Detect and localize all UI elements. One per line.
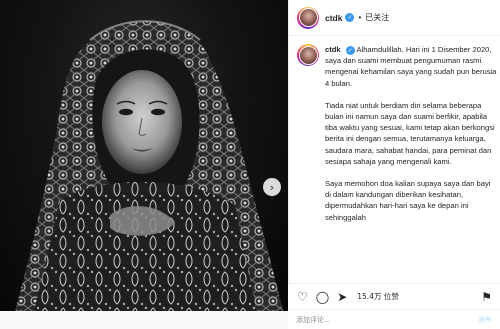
caption-username[interactable]: ctdk [325, 45, 341, 54]
caption-paragraph-1: ctdk ✓ Alhamdulillah. Hari ini 1 Disembe… [325, 45, 497, 88]
instagram-post-window: › ctdk ✓ • 已关注 ctdk ✓ Alhamdulillah. Har… [0, 0, 500, 329]
following-button[interactable]: 已关注 [365, 12, 389, 23]
post-header: ctdk ✓ • 已关注 [289, 0, 500, 36]
bookmark-icon[interactable]: ⚑ [481, 290, 492, 304]
caption-paragraph-3: Saya memohon doa kalian supaya saya dan … [325, 179, 491, 222]
username[interactable]: ctdk [325, 13, 342, 23]
caption-paragraph-2: Tiada niat untuk berdiam diri selama beb… [325, 100, 495, 166]
action-bar: ♡ ◯ ➤ 15.4万 位赞 ⚑ [288, 283, 500, 309]
caption-avatar[interactable] [297, 44, 319, 66]
comment-icon[interactable]: ◯ [316, 290, 329, 304]
page-gutter [0, 311, 288, 329]
post-comment-button[interactable]: 发布 [478, 315, 492, 325]
next-photo-button[interactable]: › [263, 178, 281, 196]
heart-icon[interactable]: ♡ [297, 290, 308, 304]
separator-dot: • [358, 13, 362, 22]
like-count[interactable]: 15.4万 位赞 [357, 291, 399, 302]
verified-badge-icon: ✓ [345, 13, 355, 22]
chevron-right-icon: › [269, 180, 275, 194]
comment-input[interactable]: 添加评论... [296, 315, 330, 325]
avatar[interactable] [297, 6, 319, 29]
share-icon[interactable]: ➤ [337, 290, 347, 304]
verified-badge-icon: ✓ [345, 46, 355, 55]
comment-bar: 添加评论... 发布 [288, 309, 500, 329]
portrait-image [10, 20, 288, 329]
post-photo: › [0, 0, 288, 329]
caption: ctdk ✓ Alhamdulillah. Hari ini 1 Disembe… [297, 44, 497, 234]
post-sidebar: ctdk ✓ • 已关注 ctdk ✓ Alhamdulillah. Hari … [288, 0, 500, 329]
